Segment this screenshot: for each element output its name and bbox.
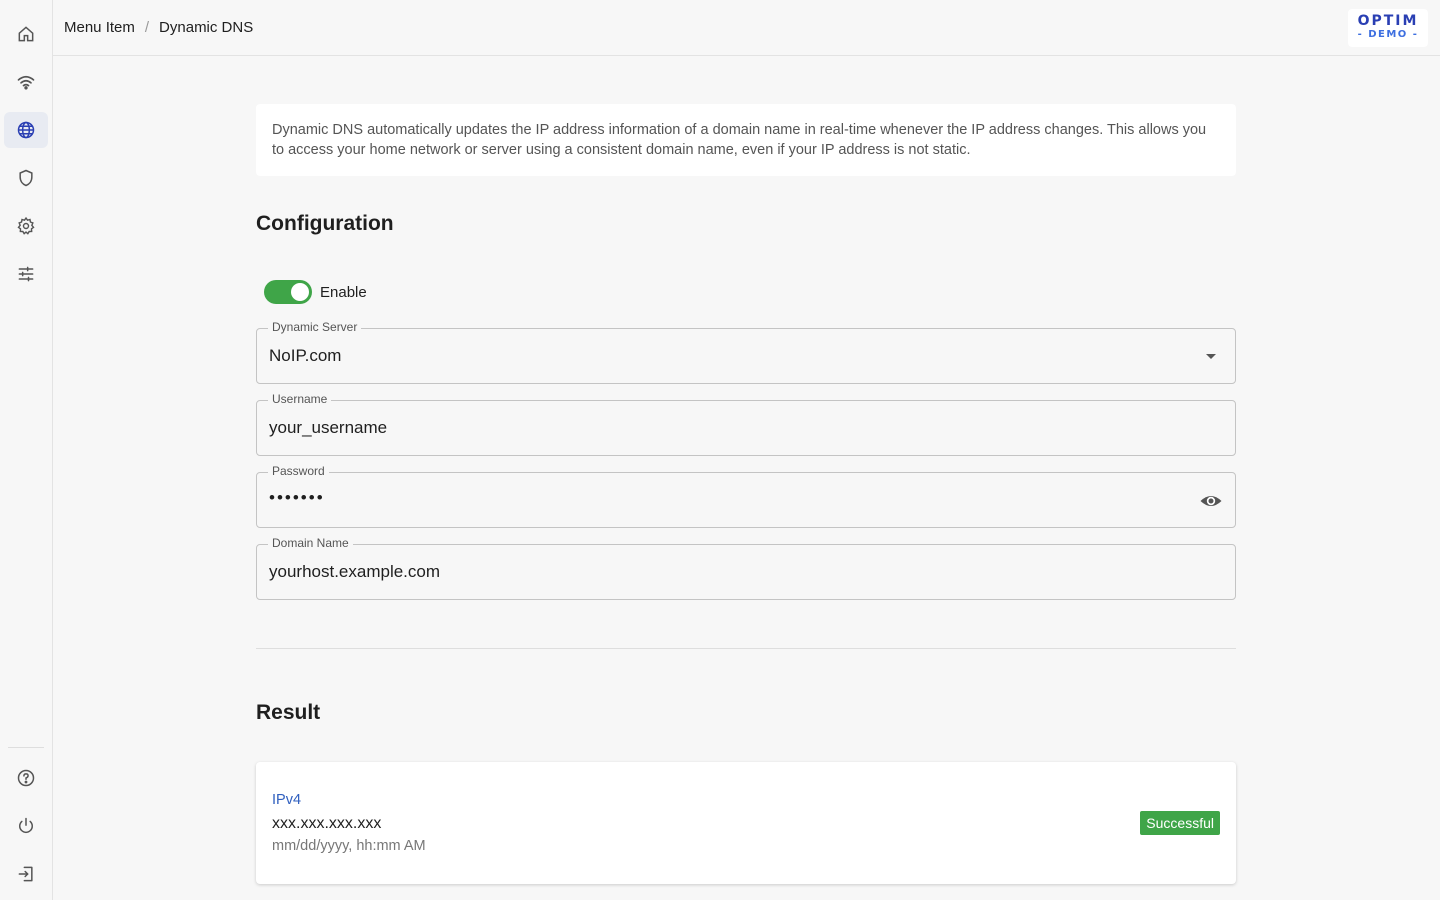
wifi-icon [17,75,35,90]
gear-icon [17,216,35,235]
breadcrumb-separator: / [144,19,150,36]
eye-icon[interactable] [1199,489,1223,513]
username-label: Username [268,392,332,406]
sidebar-item-power[interactable] [4,808,48,844]
enable-row: Enable [264,280,367,304]
top-bar: Menu Item / Dynamic DNS OPTIM - DEMO - [53,0,1440,56]
result-ip-address: xxx.xxx.xxx.xxx [272,815,382,832]
password-value[interactable]: ••••••• [269,488,1169,508]
status-badge: Successful [1140,811,1220,835]
logo-line1: OPTIM [1357,13,1419,29]
sidebar-item-settings[interactable] [4,208,48,244]
password-label: Password [268,464,329,478]
result-timestamp: mm/dd/yyyy, hh:mm AM [272,838,426,854]
result-ip-type: IPv4 [272,792,302,808]
power-icon [19,817,33,833]
sidebar-item-help[interactable] [4,760,48,796]
section-divider [256,648,1236,649]
dynamic-server-label: Dynamic Server [268,320,362,334]
dropdown-arrow-icon[interactable] [1199,345,1223,369]
breadcrumb-current: Dynamic DNS [159,19,254,36]
sidebar-divider [8,747,44,748]
sidebar-item-advanced[interactable] [4,256,48,292]
domain-name-label: Domain Name [268,536,353,550]
sidebar-item-internet[interactable] [4,112,48,148]
sidebar-item-logout[interactable] [4,856,48,892]
sidebar [0,0,53,900]
domain-name-value[interactable]: yourhost.example.com [269,562,1169,582]
toggle-knob [291,283,309,301]
configuration-heading: Configuration [256,212,394,235]
breadcrumb-parent[interactable]: Menu Item [64,19,135,36]
sidebar-item-security[interactable] [4,160,48,196]
sidebar-item-home[interactable] [4,16,48,52]
brand-logo: OPTIM - DEMO - [1348,9,1428,47]
logo-line2: - DEMO - [1357,29,1419,40]
logout-icon [18,866,33,882]
username-field[interactable]: Username your_username [256,392,1236,456]
info-description: Dynamic DNS automatically updates the IP… [256,104,1236,176]
breadcrumb: Menu Item / Dynamic DNS [64,19,253,36]
help-icon [17,769,35,787]
sidebar-item-wifi[interactable] [4,64,48,100]
dynamic-server-select[interactable]: Dynamic Server NoIP.com [256,320,1236,384]
result-card: IPv4 xxx.xxx.xxx.xxx mm/dd/yyyy, hh:mm A… [256,762,1236,884]
home-icon [18,26,34,42]
dynamic-server-value: NoIP.com [269,346,342,365]
sliders-icon [18,266,34,282]
globe-icon [17,121,35,139]
result-heading: Result [256,701,321,724]
domain-name-field[interactable]: Domain Name yourhost.example.com [256,536,1236,600]
enable-label: Enable [320,283,367,301]
password-field[interactable]: Password ••••••• [256,464,1236,528]
enable-toggle[interactable] [264,280,312,304]
username-value[interactable]: your_username [269,418,1169,438]
shield-icon [19,169,33,187]
